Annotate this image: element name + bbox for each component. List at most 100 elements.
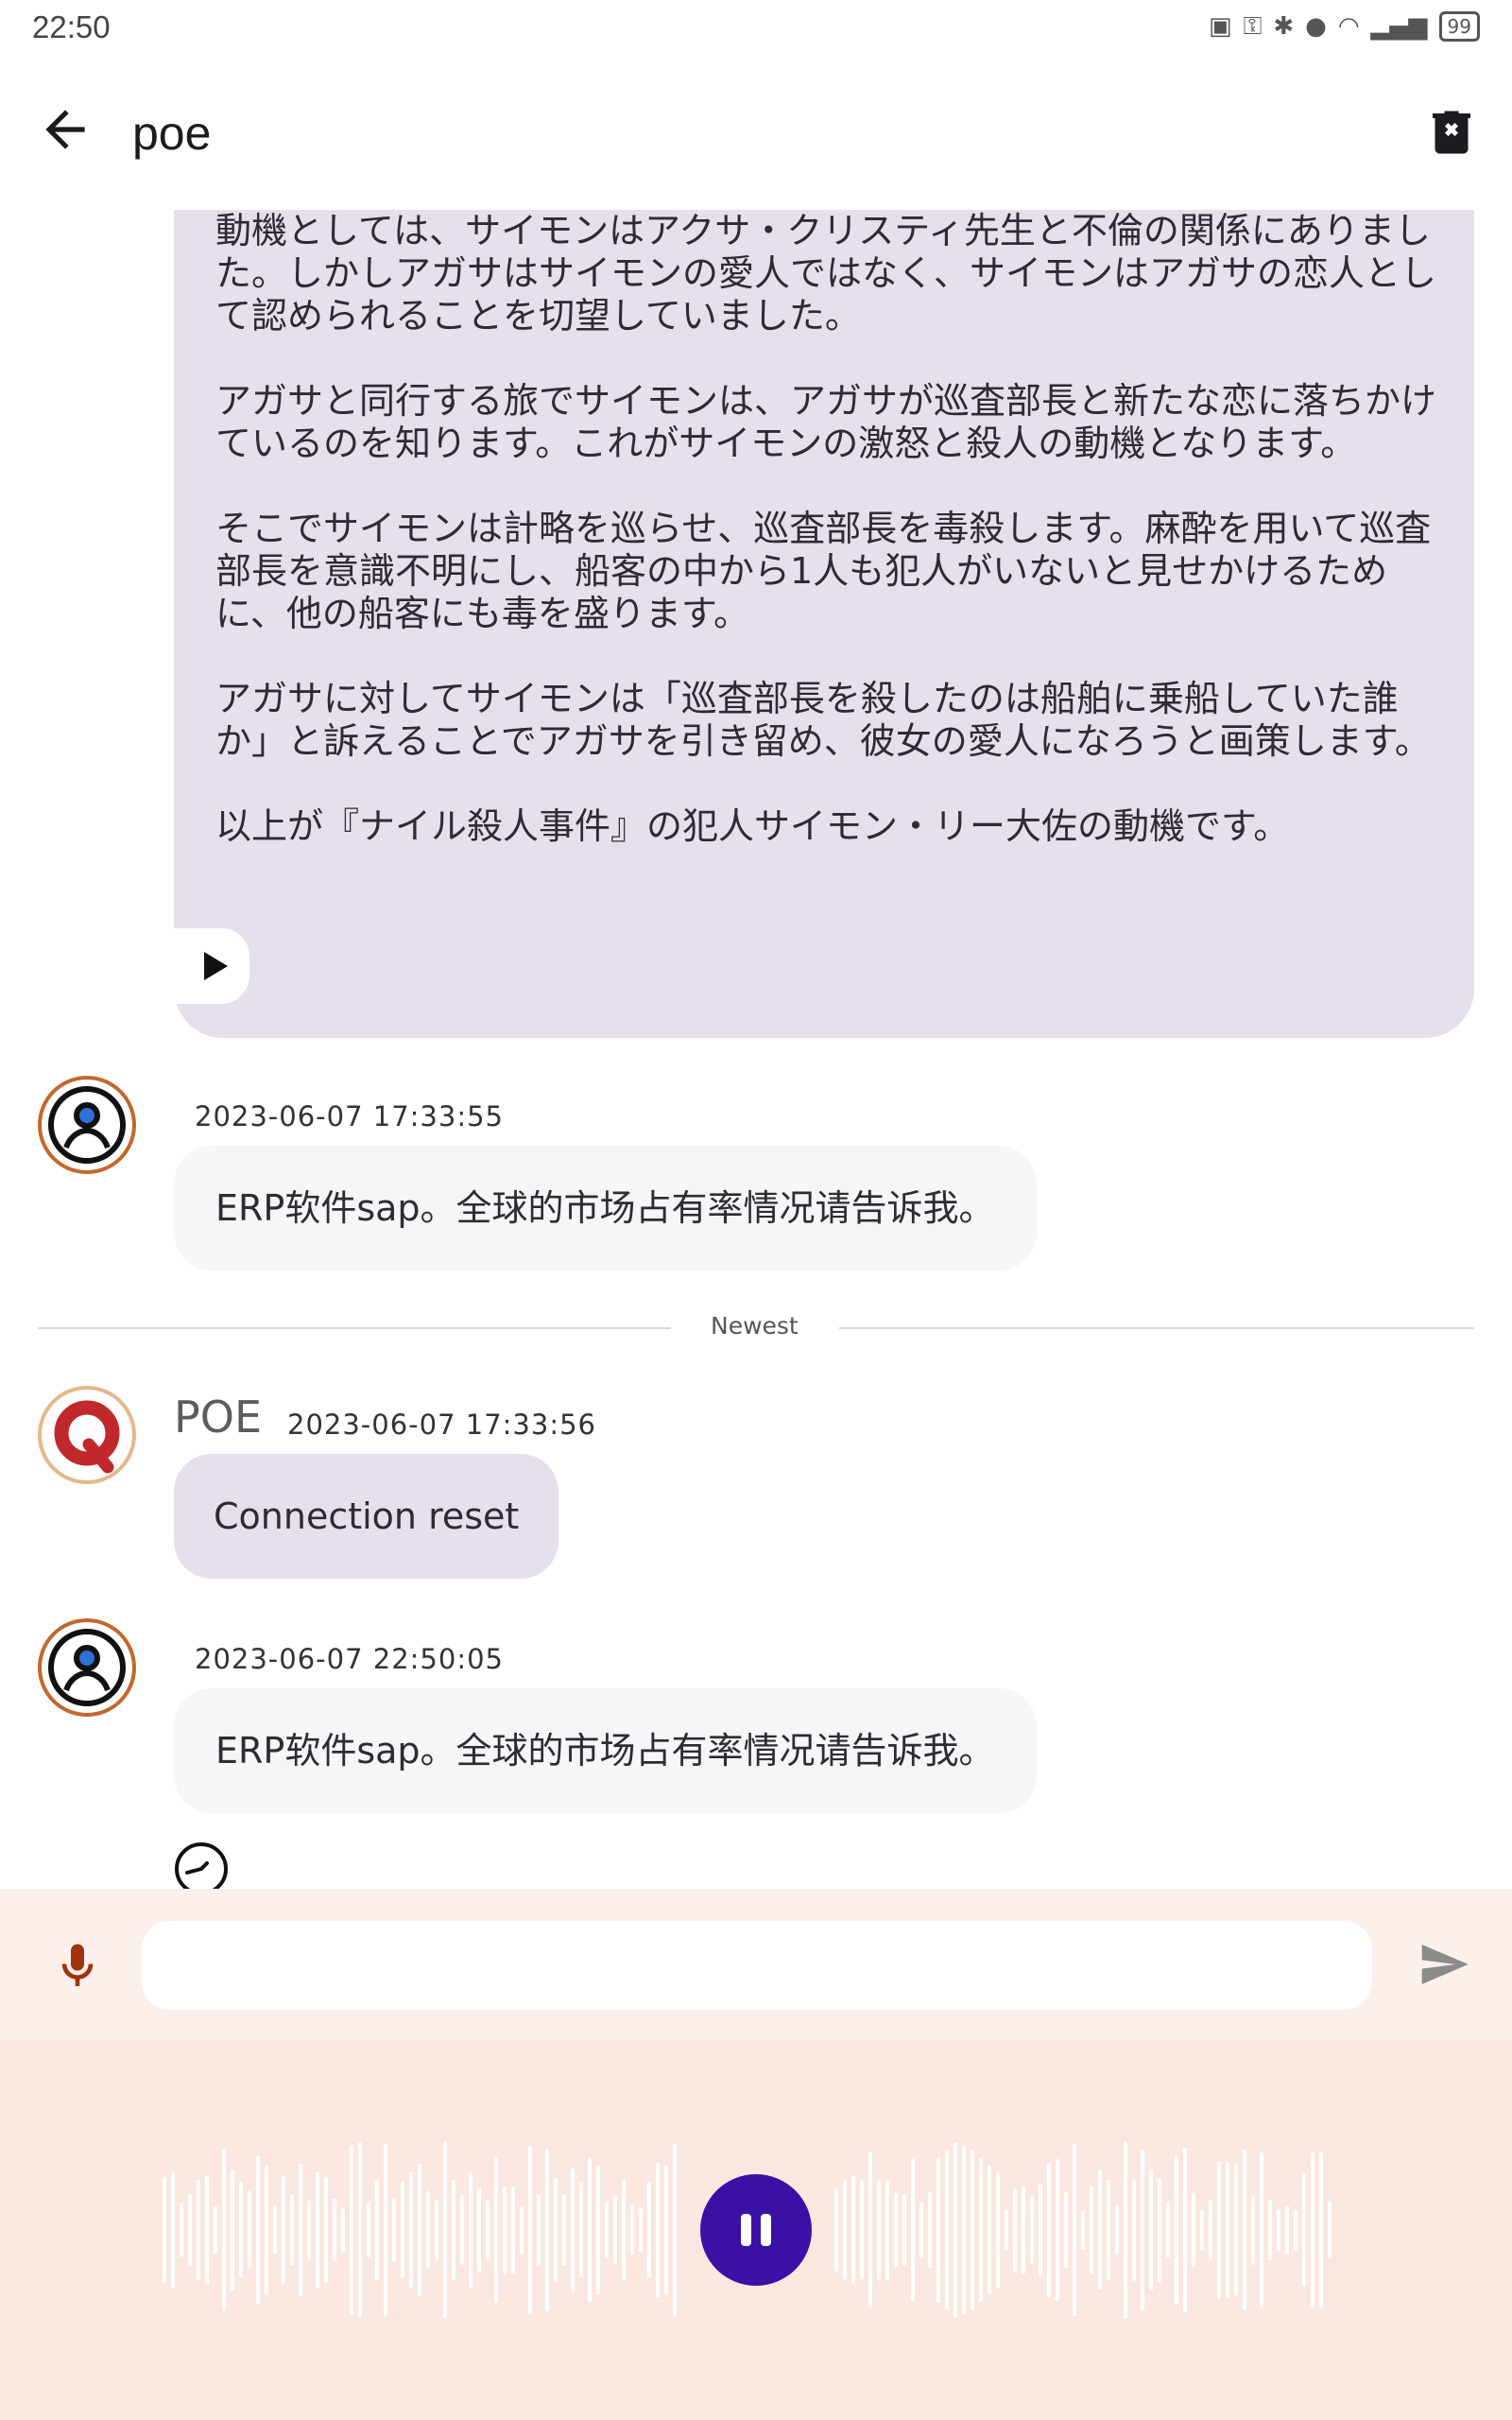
- waveform-bar: [290, 2194, 294, 2266]
- waveform-bar: [1209, 2200, 1212, 2260]
- waveform-bar: [426, 2191, 430, 2269]
- waveform-bar: [928, 2192, 932, 2268]
- waveform-bar: [1285, 2205, 1289, 2255]
- waveform-bar: [477, 2187, 481, 2273]
- mic-status-icon: ●: [1305, 12, 1327, 41]
- poe-avatar[interactable]: [38, 1386, 136, 1484]
- waveform-bar: [1030, 2196, 1034, 2264]
- waveform-bar: [656, 2163, 660, 2297]
- waveform-bar: [639, 2207, 643, 2253]
- waveform-bar: [596, 2165, 600, 2295]
- waveform-bar: [537, 2194, 541, 2266]
- poe-logo-icon: [49, 1397, 125, 1474]
- waveform-bar: [1115, 2204, 1119, 2256]
- waveform-bar: [1226, 2162, 1229, 2298]
- waveform-bar: [1098, 2169, 1102, 2290]
- waveform-bar: [367, 2203, 370, 2257]
- waveform-bar: [1005, 2209, 1008, 2251]
- battery-icon: 99: [1438, 11, 1480, 42]
- waveform-bar: [877, 2179, 881, 2281]
- waveform-bar: [214, 2205, 217, 2255]
- bot-message-bubble: 動機としては、サイモンはアクサ・クリスティ先生と不倫の関係にありました。しかしア…: [174, 210, 1474, 1038]
- waveform-bar: [197, 2180, 200, 2280]
- waveform-bar: [673, 2143, 677, 2317]
- waveform-bar: [1294, 2209, 1297, 2251]
- pause-recording-button[interactable]: [700, 2174, 812, 2286]
- waveform-bar: [1200, 2209, 1204, 2251]
- play-icon: [204, 952, 228, 980]
- waveform-bar: [503, 2187, 507, 2273]
- waveform-bar: [460, 2195, 464, 2265]
- delete-icon[interactable]: [1423, 104, 1480, 161]
- waveform-bar: [443, 2141, 447, 2319]
- waveform-bar: [1073, 2143, 1076, 2317]
- waveform-bar: [545, 2149, 549, 2311]
- waveform-bar: [1175, 2155, 1178, 2305]
- waveform-bar: [409, 2172, 413, 2288]
- waveform-bar: [579, 2183, 583, 2277]
- waveform-bar: [1141, 2150, 1144, 2310]
- newest-divider-label: Newest: [711, 1312, 799, 1340]
- waveform-bar: [248, 2191, 251, 2269]
- waveform-bar: [333, 2199, 336, 2261]
- waveform-bar: [324, 2176, 328, 2284]
- message-timestamp: 2023-06-07 22:50:05: [195, 1643, 504, 1675]
- waveform-bar: [392, 2198, 396, 2262]
- message-timestamp: 2023-06-07 17:33:55: [195, 1100, 504, 1132]
- wifi-icon: ◠: [1337, 12, 1360, 41]
- status-time: 22:50: [32, 9, 111, 44]
- chat-title: poe: [132, 107, 212, 160]
- waveform-bar: [1149, 2169, 1153, 2290]
- key-icon: ⚿: [1243, 11, 1263, 41]
- waveform-bar: [511, 2187, 515, 2273]
- back-arrow-icon[interactable]: [36, 100, 94, 159]
- waveform-bar: [494, 2156, 498, 2304]
- waveform-bar: [647, 2182, 651, 2278]
- waveform-bar: [350, 2145, 353, 2315]
- bot-message-text: 動機としては、サイモンはアクサ・クリスティ先生と不倫の関係にありました。しかしア…: [215, 210, 1437, 847]
- waveform-bar: [375, 2180, 379, 2280]
- waveform-bar: [1319, 2152, 1323, 2308]
- waveform-bar: [1243, 2150, 1246, 2310]
- waveform-bar: [341, 2207, 345, 2253]
- send-icon[interactable]: [1414, 1938, 1474, 1991]
- message-input[interactable]: [142, 1921, 1372, 2010]
- user-avatar-icon: [48, 1086, 126, 1164]
- waveform-bar: [205, 2175, 209, 2285]
- waveform-bar: [256, 2155, 260, 2305]
- waveform-bar: [1064, 2192, 1068, 2268]
- waveform-bar: [554, 2178, 558, 2282]
- user-avatar[interactable]: [38, 1076, 136, 1174]
- user-avatar[interactable]: [38, 1618, 136, 1717]
- waveform-bar: [1124, 2141, 1127, 2319]
- waveform-bar: [834, 2188, 838, 2272]
- waveform-bar: [1166, 2203, 1170, 2257]
- waveform-bar: [486, 2200, 490, 2260]
- waveform-bar: [1268, 2199, 1272, 2261]
- bluetooth-icon: ✱: [1273, 12, 1295, 41]
- waveform-bar: [469, 2172, 472, 2288]
- waveform-bar: [239, 2182, 243, 2278]
- waveform-bar: [282, 2176, 285, 2284]
- waveform-bar: [902, 2194, 906, 2266]
- divider-line-left: [38, 1327, 671, 1329]
- waveform-bar: [265, 2165, 268, 2295]
- divider-line-right: [839, 1327, 1474, 1329]
- sending-clock-icon: [175, 1842, 228, 1889]
- waveform-bar: [1107, 2180, 1110, 2280]
- waveform-bar: [528, 2146, 532, 2314]
- waveform-bar: [1081, 2210, 1085, 2250]
- input-bar: [0, 1889, 1512, 2040]
- waveform-bar: [996, 2171, 1000, 2289]
- chat-list[interactable]: 動機としては、サイモンはアクサ・クリスティ先生と不倫の関係にありました。しかしア…: [0, 210, 1512, 1889]
- microphone-icon[interactable]: [51, 1940, 104, 1993]
- waveform-bar: [971, 2150, 974, 2310]
- signal-icon: ▂▄▆: [1370, 12, 1428, 41]
- waveform-bar: [231, 2169, 234, 2290]
- waveform-bar: [188, 2194, 192, 2266]
- play-audio-button[interactable]: [174, 928, 249, 1004]
- waveform-bar: [894, 2192, 898, 2268]
- waveform-bar: [273, 2205, 277, 2255]
- waveform-bar: [1013, 2188, 1017, 2272]
- waveform-bar: [664, 2165, 668, 2295]
